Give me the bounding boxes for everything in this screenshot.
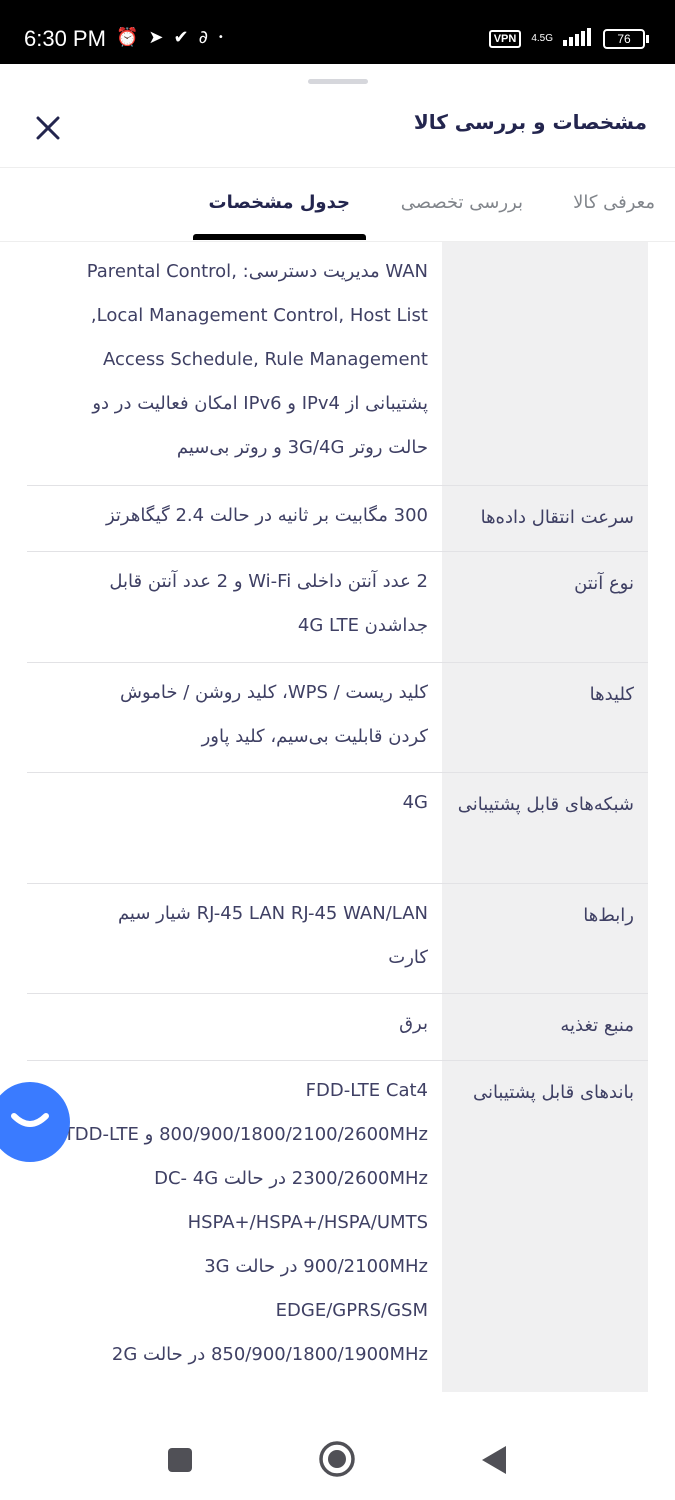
navigation-bar	[0, 1420, 675, 1500]
circle-icon[interactable]	[318, 1440, 356, 1482]
spec-value: RJ-45 LAN RJ-45 WAN/LAN شیار سیم کارت	[117, 903, 428, 968]
spec-table: WAN مدیریت دسترسی: ,Parental Control Loc…	[27, 242, 648, 1392]
notification-icons: ⏰ ➤ ✔ ∂ •	[116, 27, 224, 48]
spec-row: باندهای قابل پشتیبانی FDD-LTE Cat4 800/9…	[27, 1061, 648, 1392]
spec-row: رابط‌ها RJ-45 LAN RJ-45 WAN/LAN شیار سیم…	[27, 884, 648, 994]
spec-key: نوع آنتن	[442, 552, 648, 662]
sheet-title: مشخصات و بررسی کالا	[413, 110, 647, 134]
active-tab-indicator	[193, 234, 366, 240]
battery-icon: 76	[603, 29, 649, 49]
spec-key: منبع تغذیه	[442, 994, 648, 1060]
vpn-badge: VPN	[488, 30, 522, 48]
dot-icon: •	[217, 32, 224, 43]
tab-specifications[interactable]: جدول مشخصات	[209, 192, 350, 213]
tab-bar: معرفی کالا بررسی تخصصی جدول مشخصات	[0, 168, 675, 242]
tab-expert-review[interactable]: بررسی تخصصی	[401, 192, 523, 213]
spec-row: سرعت انتقال داده‌ها 300 مگابیت بر ثانیه …	[27, 486, 648, 552]
network-type: 4.5G	[531, 33, 553, 44]
spec-row: شبکه‌های قابل پشتیبانی 4G	[27, 773, 648, 884]
spec-value: 4G	[402, 792, 428, 813]
spec-row: WAN مدیریت دسترسی: ,Parental Control Loc…	[27, 242, 648, 486]
alarm-icon: ⏰	[116, 27, 139, 48]
spec-key	[442, 242, 648, 485]
spec-value: 300 مگابیت بر ثانیه در حالت 2.4 گیگاهرتز	[105, 505, 428, 526]
sheet-header: مشخصات و بررسی کالا	[0, 90, 675, 168]
triangle-back-icon[interactable]	[480, 1444, 508, 1480]
status-bar: 6:30 PM ⏰ ➤ ✔ ∂ • VPN 4.5G 76	[0, 0, 675, 64]
spec-key: رابط‌ها	[442, 884, 648, 993]
spec-value: WAN مدیریت دسترسی: ,Parental Control Loc…	[86, 261, 428, 458]
drag-handle[interactable]	[308, 79, 368, 84]
spec-value: کلید ریست / WPS، کلید روشن / خاموش کردن …	[119, 682, 428, 747]
spec-key: شبکه‌های قابل پشتیبانی	[442, 773, 648, 883]
signal-icon	[563, 28, 593, 50]
spec-row: منبع تغذیه برق	[27, 994, 648, 1061]
spec-value: برق	[399, 1013, 428, 1034]
check-icon: ✔	[173, 27, 189, 48]
telegram-icon: ➤	[148, 27, 164, 48]
spec-row: نوع آنتن 2 عدد آنتن داخلی Wi-Fi و 2 عدد …	[27, 552, 648, 663]
spec-key: باندهای قابل پشتیبانی	[442, 1061, 648, 1392]
spec-key: کلیدها	[442, 663, 648, 772]
spec-value: FDD-LTE Cat4 800/900/1800/2100/2600MHz و…	[63, 1080, 428, 1365]
status-time: 6:30 PM	[24, 26, 106, 51]
square-icon[interactable]	[166, 1446, 194, 1478]
spec-row: کلیدها کلید ریست / WPS، کلید روشن / خامو…	[27, 663, 648, 773]
tab-product-intro[interactable]: معرفی کالا	[573, 192, 655, 213]
close-icon[interactable]	[32, 112, 64, 144]
app-icon: ∂	[198, 27, 208, 48]
spec-value: 2 عدد آنتن داخلی Wi-Fi و 2 عدد آنتن قابل…	[109, 571, 428, 636]
system-icons: VPN 4.5G 76	[488, 28, 649, 50]
battery-level: 76	[603, 29, 645, 49]
spec-key: سرعت انتقال داده‌ها	[442, 486, 648, 551]
